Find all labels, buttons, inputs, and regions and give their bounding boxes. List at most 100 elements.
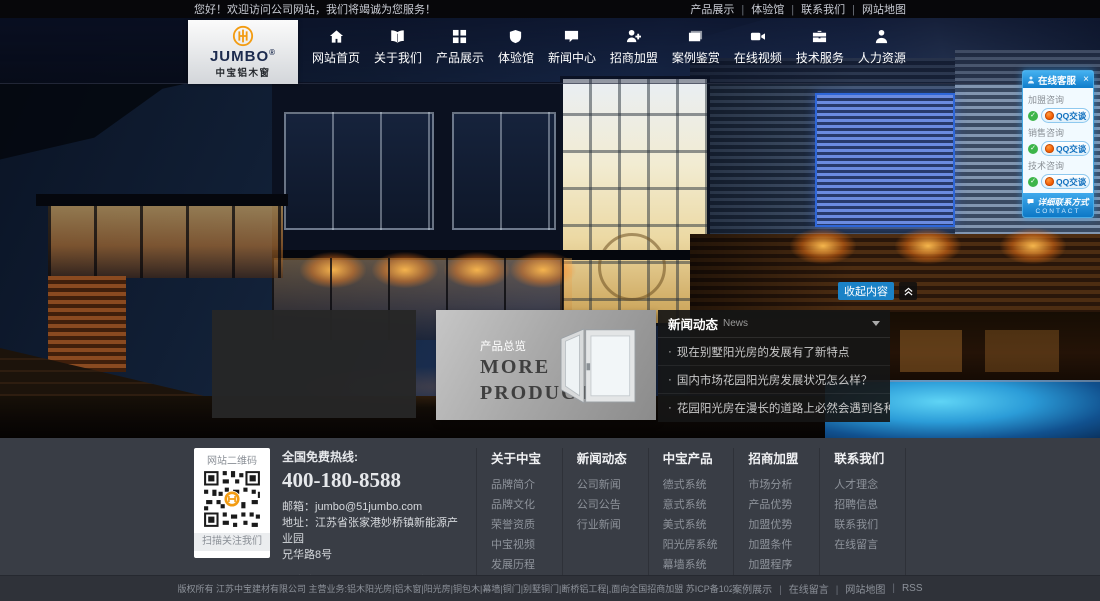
caret-down-icon[interactable] xyxy=(872,321,880,326)
footer-link[interactable]: 公司公告 xyxy=(577,495,648,515)
footer-link[interactable]: 品牌文化 xyxy=(491,495,562,515)
hero-lit-window xyxy=(985,330,1059,372)
footer-column-title: 新闻动态 xyxy=(577,448,648,467)
nav-item-hr[interactable]: 人力资源 xyxy=(858,29,906,66)
home-icon xyxy=(329,29,344,44)
online-service-panel: 在线客服 × 加盟咨询 ✓ QQ交谈 销售咨询 ✓ QQ交谈 技术咨询 xyxy=(1022,70,1094,218)
qq-chat-button-sales[interactable]: QQ交谈 xyxy=(1041,141,1090,156)
hero-window xyxy=(452,112,556,230)
hero-roof xyxy=(36,194,288,206)
bottombar-links: 案例展示 在线留言 网站地图 RSS xyxy=(732,581,922,596)
footer-link[interactable]: 品牌简介 xyxy=(491,475,562,495)
nav-item-about[interactable]: 关于我们 xyxy=(374,29,422,66)
topbar-link-products[interactable]: 产品展示 xyxy=(690,1,734,17)
top-bar: 您好！欢迎访问公司网站，我们将竭诚为您服务！ 产品展示 体验馆 联系我们 网站地… xyxy=(0,0,1100,18)
check-icon: ✓ xyxy=(1028,144,1038,154)
nav-item-join[interactable]: 招商加盟 xyxy=(610,29,658,66)
collapse-top-button[interactable] xyxy=(899,282,917,300)
footer-link[interactable]: 招聘信息 xyxy=(834,495,905,515)
nav-label: 体验馆 xyxy=(498,49,534,66)
qq-chat-label: QQ交谈 xyxy=(1056,176,1086,188)
footer-link[interactable]: 在线留言 xyxy=(834,535,905,555)
hero-window xyxy=(284,112,434,230)
hero-house-facade xyxy=(272,82,572,258)
nav-item-cases[interactable]: 案例鉴赏 xyxy=(672,29,720,66)
footer-link[interactable]: 德式系统 xyxy=(663,475,734,495)
nav-item-news[interactable]: 新闻中心 xyxy=(548,29,596,66)
nav-label: 人力资源 xyxy=(858,49,906,66)
footer-column-title: 关于中宝 xyxy=(491,448,562,467)
news-panel-header: 新闻动态 News xyxy=(658,310,890,338)
footer-link[interactable]: 美式系统 xyxy=(663,515,734,535)
news-item[interactable]: 国内市场花园阳光房发展状况怎么样？ xyxy=(658,366,890,394)
qq-chat-label: QQ交谈 xyxy=(1056,110,1086,122)
nav-label: 招商加盟 xyxy=(610,49,658,66)
main-navbar: JUMBO® 中宝铝木窗 网站首页 关于我们 产品展示 xyxy=(0,18,1100,84)
logo-name: 中宝铝木窗 xyxy=(215,65,270,79)
footer-link[interactable]: 荣誉资质 xyxy=(491,515,562,535)
page: 您好！欢迎访问公司网站，我们将竭诚为您服务！ 产品展示 体验馆 联系我们 网站地… xyxy=(0,0,1100,601)
footer-link[interactable]: 发展历程 xyxy=(491,555,562,575)
hotline-number: 400-180-8588 xyxy=(282,468,468,493)
shield-icon xyxy=(508,29,523,44)
qq-chat-button-join[interactable]: QQ交谈 xyxy=(1041,108,1090,123)
footer-link[interactable]: 联系我们 xyxy=(834,515,905,535)
contact-address: 地址：江苏省张家港妙桥镇新能源产业园 兄华路8号 xyxy=(282,515,468,563)
footer-link[interactable]: 意式系统 xyxy=(663,495,734,515)
check-icon: ✓ xyxy=(1028,177,1038,187)
footer-link[interactable]: 加盟优势 xyxy=(748,515,819,535)
video-icon xyxy=(750,29,765,44)
bottom-link-rss[interactable]: RSS xyxy=(885,583,922,594)
contact-detail-button[interactable]: 详细联系方式 CONTACT xyxy=(1023,193,1093,217)
qq-group-label: 销售咨询 xyxy=(1028,126,1088,139)
contact-caption: CONTACT xyxy=(1036,208,1081,215)
footer-link[interactable]: 加盟程序 xyxy=(748,555,819,575)
grid-icon xyxy=(452,29,467,44)
footer-column-title: 联系我们 xyxy=(834,448,905,467)
close-icon[interactable]: × xyxy=(1083,75,1089,85)
logo[interactable]: JUMBO® 中宝铝木窗 xyxy=(188,20,298,84)
qq-group-row: ✓ QQ交谈 xyxy=(1028,108,1088,123)
book-icon xyxy=(390,29,405,44)
contact-email: 邮箱：jumbo@51jumbo.com xyxy=(282,499,468,515)
topbar-link-sitemap[interactable]: 网站地图 xyxy=(845,1,906,17)
collapse-content-button[interactable]: 收起内容 xyxy=(838,282,894,300)
footer-link[interactable]: 市场分析 xyxy=(748,475,819,495)
nav-label: 技术服务 xyxy=(796,49,844,66)
jumbo-emblem-icon xyxy=(232,25,254,47)
hero-section: JUMBO® 中宝铝木窗 网站首页 关于我们 产品展示 xyxy=(0,18,1100,438)
online-service-title: 在线客服 xyxy=(1038,73,1083,87)
footer-link[interactable]: 行业新闻 xyxy=(577,515,648,535)
nav-item-service[interactable]: 技术服务 xyxy=(796,29,844,66)
hero-ceiling-light xyxy=(790,228,856,264)
hero-ceiling-light xyxy=(1000,228,1066,264)
footer-column-title: 招商加盟 xyxy=(748,448,819,467)
bottom-link-cases[interactable]: 案例展示 xyxy=(732,581,772,596)
nav-item-video[interactable]: 在线视频 xyxy=(734,29,782,66)
footer-link[interactable]: 阳光房系统 xyxy=(663,535,734,555)
news-item[interactable]: 花园阳光房在漫长的道路上必然会遇到各种挑战 xyxy=(658,394,890,422)
bottom-link-sitemap[interactable]: 网站地图 xyxy=(829,581,886,596)
qr-title: 网站二维码 xyxy=(194,448,270,469)
hotline-label: 全国免费热线: xyxy=(282,448,468,465)
briefcase-icon xyxy=(812,29,827,44)
topbar-link-contact[interactable]: 联系我们 xyxy=(784,1,845,17)
nav-item-experience[interactable]: 体验馆 xyxy=(498,29,534,66)
footer-link[interactable]: 产品优势 xyxy=(748,495,819,515)
footer-link[interactable]: 幕墙系统 xyxy=(663,555,734,575)
footer-link[interactable]: 加盟条件 xyxy=(748,535,819,555)
footer-link[interactable]: 公司新闻 xyxy=(577,475,648,495)
bottom-link-message[interactable]: 在线留言 xyxy=(772,581,829,596)
nav-label: 案例鉴赏 xyxy=(672,49,720,66)
more-products-box[interactable]: 产品总览 MORE PRODUCTS xyxy=(436,310,656,420)
footer-link[interactable]: 人才理念 xyxy=(834,475,905,495)
nav-item-home[interactable]: 网站首页 xyxy=(312,29,360,66)
nav-item-products[interactable]: 产品展示 xyxy=(436,29,484,66)
news-item[interactable]: 现在别墅阳光房的发展有了新特点 xyxy=(658,338,890,366)
online-service-body: 加盟咨询 ✓ QQ交谈 销售咨询 ✓ QQ交谈 技术咨询 ✓ xyxy=(1023,88,1093,193)
qq-group-label: 技术咨询 xyxy=(1028,159,1088,172)
copyright-text: 版权所有 江苏中宝建材有限公司 主营业务:铝木阳光房|铝木窗|阳光房|铜包木|幕… xyxy=(178,582,733,595)
footer-link[interactable]: 中宝视频 xyxy=(491,535,562,555)
qq-chat-button-tech[interactable]: QQ交谈 xyxy=(1041,174,1090,189)
topbar-link-experience[interactable]: 体验馆 xyxy=(734,1,784,17)
